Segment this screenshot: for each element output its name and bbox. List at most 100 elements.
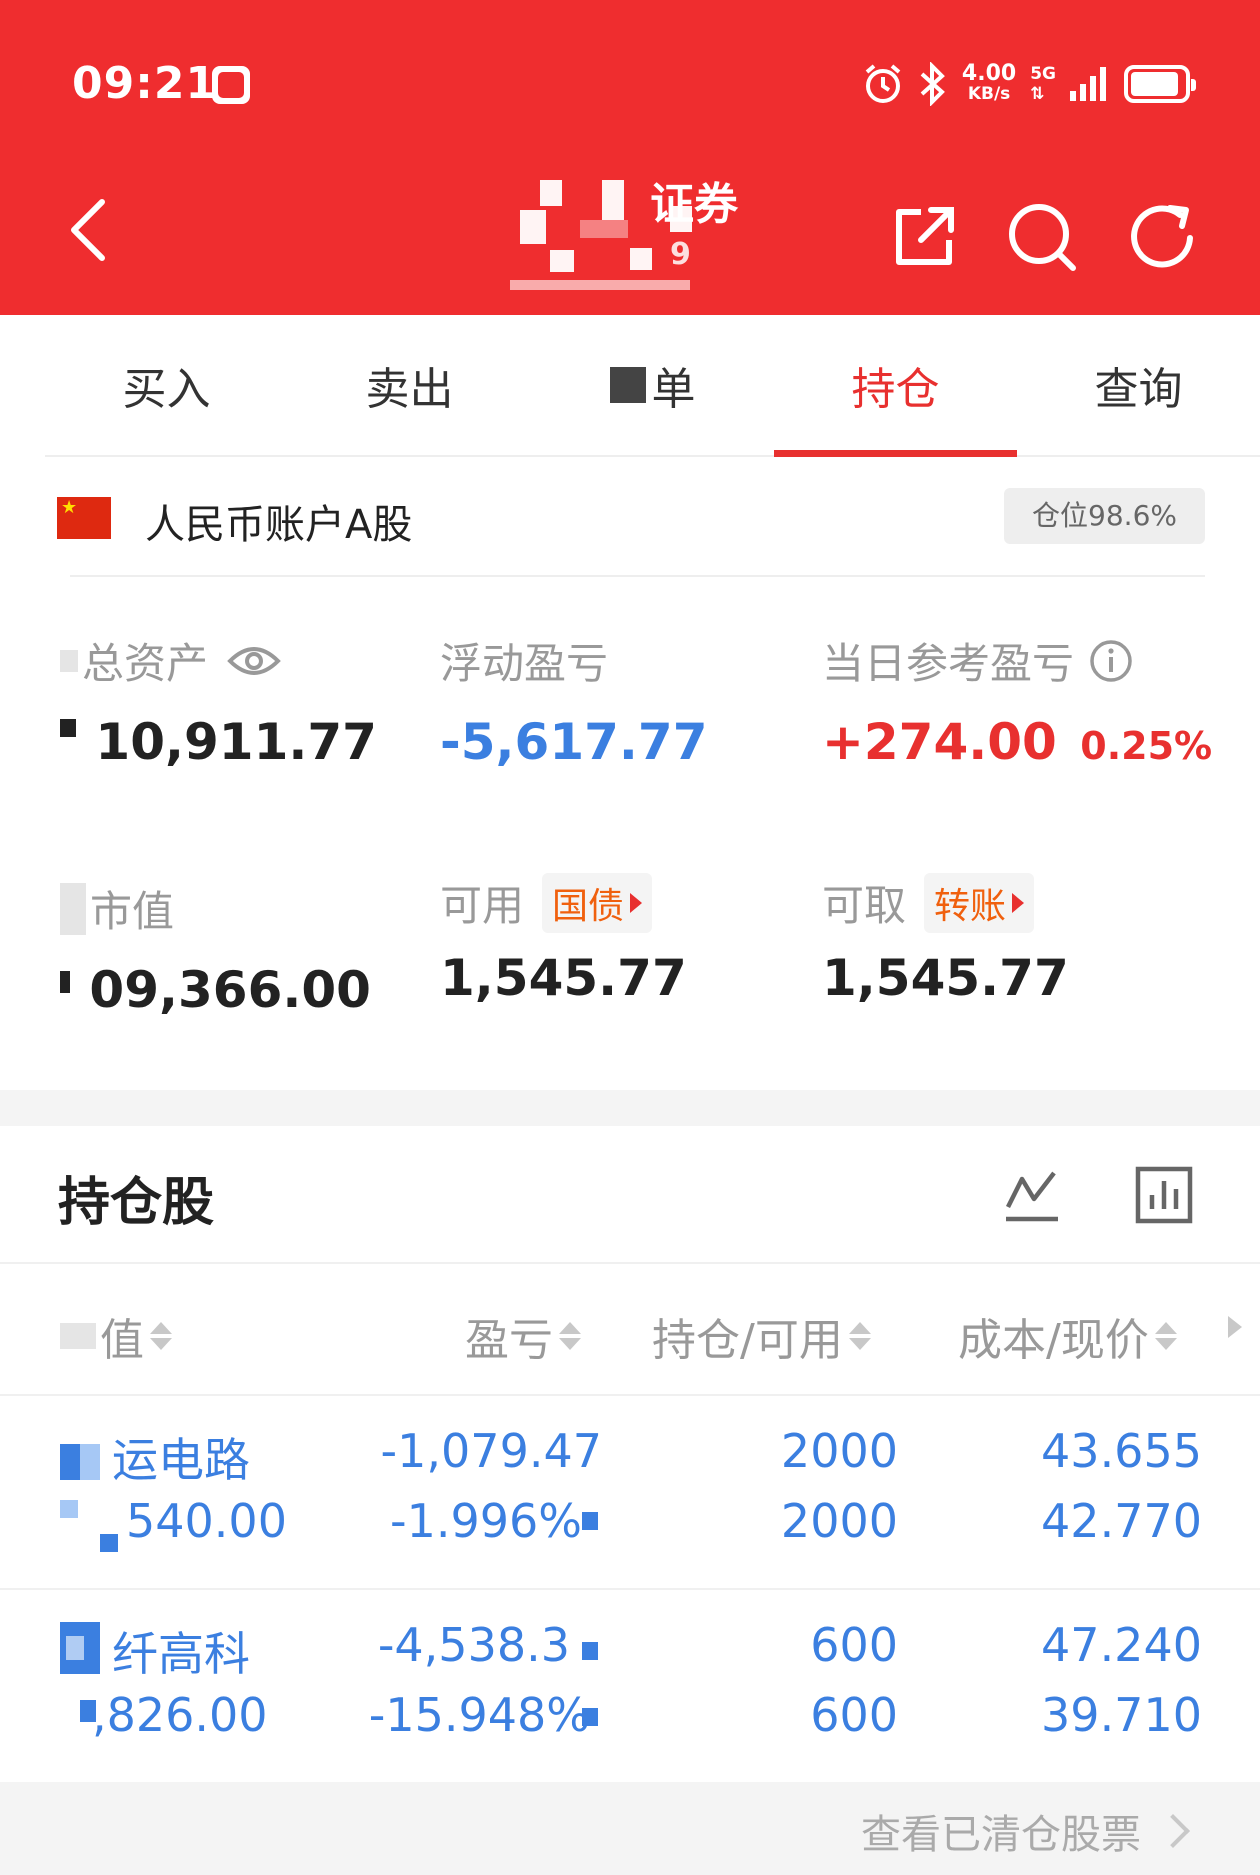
holding-row[interactable]: 运电路 540.00 -1,079.47 -1.996% 2000 2000 4… <box>0 1394 1260 1590</box>
status-time: 09:21 <box>72 58 218 109</box>
redaction <box>60 882 86 935</box>
column-market-value[interactable]: 值 <box>60 1304 172 1368</box>
holdings-table-header: 值 盈亏 持仓/可用 成本/现价 <box>0 1262 1260 1396</box>
tab-orders-label: 单 <box>651 364 696 415</box>
signal-icon <box>1070 67 1106 101</box>
tab-orders[interactable]: 单 <box>531 315 774 455</box>
network-speed: 4.00 KB/s <box>961 61 1017 105</box>
treasury-bond-button[interactable]: 国债 <box>542 872 653 933</box>
floating-pl-label: 浮动盈亏 <box>440 639 609 688</box>
daily-pl: 当日参考盈亏 +274.00 0.25% <box>822 630 1212 771</box>
column-profit-loss[interactable]: 盈亏 <box>465 1304 581 1368</box>
transfer-button[interactable]: 转账 <box>924 872 1035 933</box>
column-cost-price-label: 成本/现价 <box>958 1315 1149 1366</box>
holdings-title: 持仓股 <box>58 1173 215 1233</box>
redaction <box>60 1323 96 1349</box>
stock-name: 运电路 <box>112 1433 250 1487</box>
treasury-bond-label: 国债 <box>552 885 625 927</box>
account-selector[interactable]: 人民币账户A股 仓位98.6% <box>55 480 1205 580</box>
line-chart-icon[interactable] <box>1002 1165 1062 1225</box>
stock-holding-qty: 600 <box>810 1618 898 1672</box>
back-icon[interactable] <box>60 190 120 270</box>
total-assets-label: 总资产 <box>82 639 209 688</box>
cleared-stocks-link[interactable]: 查看已清仓股票 <box>861 1802 1190 1860</box>
floating-pl-value: -5,617.77 <box>440 713 708 771</box>
redaction <box>100 1534 118 1552</box>
account-divider <box>70 575 1205 577</box>
sort-icon <box>559 1322 581 1350</box>
more-columns-icon[interactable] <box>1228 1316 1242 1338</box>
chevron-right-icon <box>1156 1814 1190 1848</box>
stock-price: 39.710 <box>1041 1688 1202 1742</box>
page-title-suffix: 9 <box>670 237 691 272</box>
tab-orders-redaction <box>609 367 646 403</box>
redaction <box>60 1444 80 1480</box>
redaction <box>66 1636 84 1660</box>
cleared-stocks-label: 查看已清仓股票 <box>861 1812 1141 1858</box>
account-name: 人民币账户A股 <box>145 502 413 548</box>
position-ratio-badge: 仓位98.6% <box>1004 488 1205 544</box>
available-value: 1,545.77 <box>440 949 687 1007</box>
total-assets: 总资产 10,911.77 <box>60 630 377 771</box>
info-icon[interactable] <box>1088 638 1134 684</box>
withdrawable-funds: 可取 转账 1,545.77 <box>822 872 1069 1007</box>
stock-profit-loss: -4,538.3 <box>377 1618 570 1672</box>
network-speed-unit: KB/s <box>967 84 1011 104</box>
redaction <box>582 1642 598 1660</box>
alarm-icon <box>865 64 901 103</box>
stock-available-qty: 600 <box>810 1688 898 1742</box>
daily-pl-value: +274.00 <box>822 713 1057 771</box>
eye-icon[interactable] <box>226 641 282 681</box>
status-icons: 4.00 KB/s 5G ⇅ <box>862 56 1196 112</box>
market-value-value: 09,366.00 <box>89 961 371 1019</box>
column-holding-available-label: 持仓/可用 <box>652 1315 843 1366</box>
data-arrows-icon: ⇅ <box>1030 84 1045 104</box>
bar-chart-icon[interactable] <box>1134 1165 1194 1225</box>
daily-pl-label: 当日参考盈亏 <box>822 639 1075 688</box>
floating-pl: 浮动盈亏 -5,617.77 <box>440 630 707 771</box>
redaction <box>60 719 76 737</box>
section-divider <box>0 1090 1260 1126</box>
market-value-label: 市值 <box>90 887 175 936</box>
transfer-label: 转账 <box>934 885 1007 927</box>
tab-query[interactable]: 查询 <box>1017 315 1260 455</box>
share-icon[interactable] <box>885 198 963 276</box>
column-profit-loss-label: 盈亏 <box>465 1315 553 1366</box>
redaction <box>60 971 70 993</box>
stock-cost: 43.655 <box>1041 1424 1202 1478</box>
holding-row[interactable]: 纤高科 ,826.00 -4,538.3 -15.948% 600 600 47… <box>0 1588 1260 1782</box>
tab-sell[interactable]: 卖出 <box>288 315 531 455</box>
redaction <box>582 1708 598 1726</box>
battery-icon <box>1124 65 1196 103</box>
available-funds: 可用 国债 1,545.77 <box>440 872 687 1007</box>
network-speed-value: 4.00 <box>961 61 1017 86</box>
redaction <box>60 649 78 672</box>
sort-icon <box>150 1322 172 1350</box>
refresh-icon[interactable] <box>1124 198 1202 276</box>
sort-icon <box>1154 1322 1177 1350</box>
stock-holding-qty: 2000 <box>780 1424 898 1478</box>
sort-icon <box>848 1322 871 1350</box>
stock-profit-loss: -1,079.47 <box>380 1424 602 1478</box>
stock-market-value: ,826.00 <box>92 1688 268 1742</box>
app-header: 09:21 4.00 KB/s 5G ⇅ 证券 9 <box>0 0 1260 315</box>
redaction <box>60 1500 78 1518</box>
tab-buy[interactable]: 买入 <box>45 315 288 455</box>
china-flag-icon <box>57 497 111 539</box>
column-market-value-label: 值 <box>100 1315 144 1366</box>
trade-tabs: 买入 卖出 单 持仓 查询 <box>45 315 1260 457</box>
withdrawable-value: 1,545.77 <box>822 949 1069 1007</box>
withdrawable-label: 可取 <box>822 881 907 930</box>
stock-profit-loss-percent: -1.996% <box>390 1494 582 1548</box>
notification-app-icon <box>212 66 250 104</box>
caret-right-icon <box>1012 892 1025 913</box>
column-holding-available[interactable]: 持仓/可用 <box>652 1304 871 1368</box>
total-assets-value: 10,911.77 <box>95 713 377 771</box>
column-cost-price[interactable]: 成本/现价 <box>958 1304 1177 1368</box>
cleared-stocks-bar: 查看已清仓股票 <box>0 1782 1260 1875</box>
market-value: 市值 09,366.00 <box>60 878 371 1019</box>
tab-holdings[interactable]: 持仓 <box>774 315 1017 457</box>
redaction <box>582 1512 598 1530</box>
stock-price: 42.770 <box>1041 1494 1202 1548</box>
search-icon[interactable] <box>1003 198 1081 276</box>
